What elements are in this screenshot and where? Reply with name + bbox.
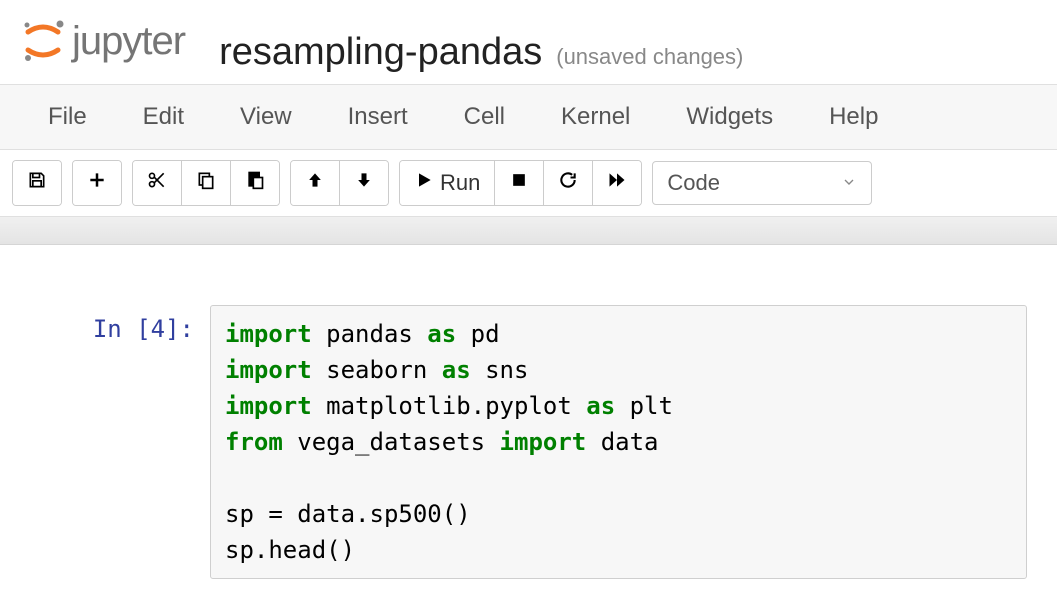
arrow-down-icon [354,170,374,196]
toolbar: Run Code [0,150,1057,217]
copy-button[interactable] [182,161,231,205]
notebook-status: (unsaved changes) [556,44,743,70]
paste-icon [245,170,265,196]
scissors-icon [147,170,167,196]
menu-insert[interactable]: Insert [320,85,436,149]
jupyter-logo[interactable]: jupyter [20,18,185,64]
move-up-button[interactable] [291,161,340,205]
cut-button[interactable] [133,161,182,205]
toolbar-separator [0,217,1057,245]
stop-icon [509,170,529,196]
fast-forward-icon [607,170,627,196]
jupyter-logo-icon [20,18,66,64]
notebook-area: In [4]: import pandas as pd import seabo… [0,245,1057,599]
restart-icon [558,170,578,196]
arrow-up-icon [305,170,325,196]
cell-input[interactable]: import pandas as pd import seaborn as sn… [210,305,1027,579]
move-down-button[interactable] [340,161,388,205]
menubar: File Edit View Insert Cell Kernel Widget… [0,84,1057,150]
restart-run-all-button[interactable] [593,161,641,205]
cell-prompt: In [4]: [30,305,210,343]
stop-button[interactable] [495,161,544,205]
save-icon [27,170,47,196]
code-cell[interactable]: In [4]: import pandas as pd import seabo… [30,305,1027,579]
run-button[interactable]: Run [400,161,495,205]
cell-type-select[interactable]: Code [652,161,872,205]
menu-widgets[interactable]: Widgets [658,85,801,149]
menu-kernel[interactable]: Kernel [533,85,658,149]
chevron-down-icon [841,170,857,196]
run-label: Run [440,170,480,196]
cell-type-value: Code [667,170,720,196]
paste-button[interactable] [231,161,279,205]
save-button[interactable] [13,161,61,205]
menu-view[interactable]: View [212,85,320,149]
add-cell-button[interactable] [73,161,121,205]
jupyter-logo-text: jupyter [72,19,185,64]
menu-file[interactable]: File [20,85,115,149]
plus-icon [87,170,107,196]
menu-help[interactable]: Help [801,85,906,149]
restart-button[interactable] [544,161,593,205]
notebook-title[interactable]: resampling-pandas [219,31,542,74]
header: jupyter resampling-pandas (unsaved chang… [0,0,1057,84]
menu-edit[interactable]: Edit [115,85,212,149]
menu-cell[interactable]: Cell [436,85,533,149]
play-icon [414,170,434,196]
copy-icon [196,170,216,196]
